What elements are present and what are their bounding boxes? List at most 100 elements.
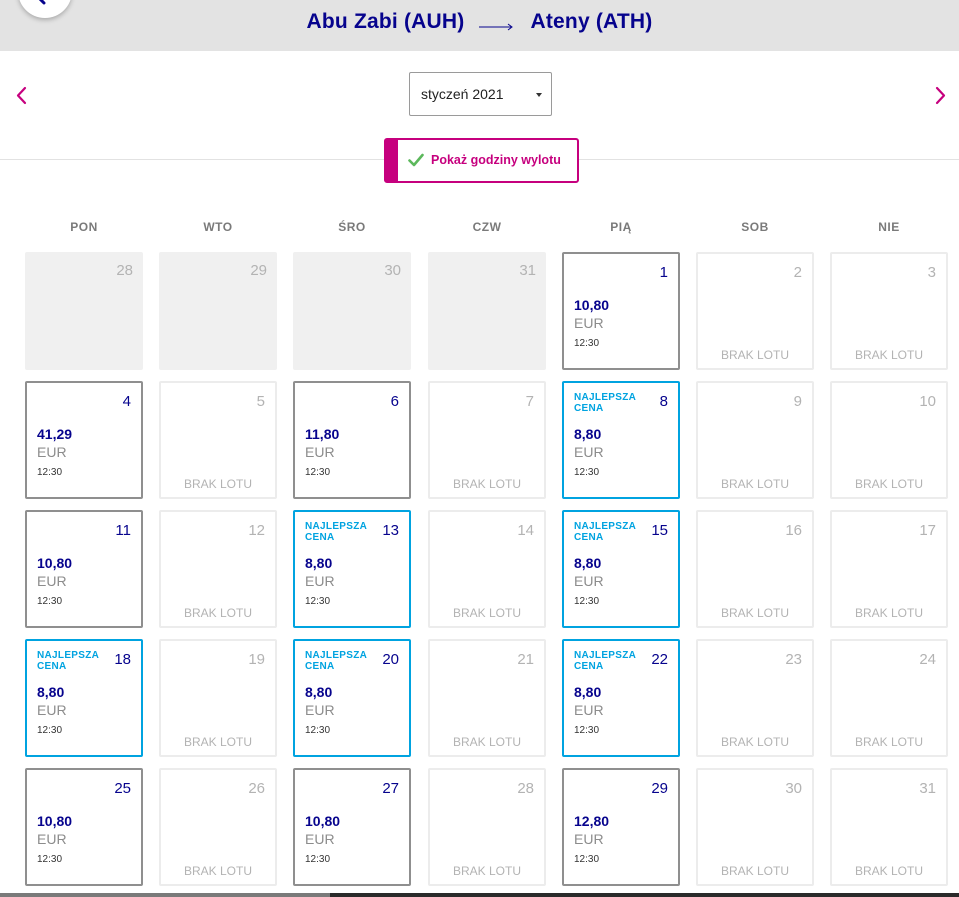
no-flight-label: BRAK LOTU (854, 477, 923, 491)
selected-month: styczeń 2021 (421, 86, 504, 102)
departure-time: 12:30 (574, 338, 600, 349)
day-number: 27 (382, 780, 399, 797)
fare-currency: EUR (37, 573, 67, 589)
calendar-day[interactable]: 8 NAJLEPSZA CENA 8,80 EUR 12:30 (562, 381, 680, 499)
fare-price: 11,80 (305, 426, 340, 442)
calendar-day: 21 BRAK LOTU (428, 639, 546, 757)
fare-price: 8,80 (305, 555, 333, 571)
calendar-day[interactable]: 1 10,80 EUR 12:30 (562, 252, 680, 370)
fare-price: 41,29 (37, 426, 73, 442)
next-month-button[interactable] (932, 86, 948, 106)
fare-price: 10,80 (37, 813, 73, 829)
day-number: 12 (248, 522, 265, 539)
day-number: 31 (919, 780, 936, 797)
fare-currency: EUR (574, 573, 604, 589)
day-number: 16 (785, 522, 802, 539)
fare-price: 10,80 (37, 555, 73, 571)
fare-currency: EUR (574, 315, 604, 331)
fare-currency: EUR (37, 702, 67, 718)
calendar-day: 17 BRAK LOTU (830, 510, 948, 628)
weekday-label: SOB (741, 220, 769, 234)
calendar-day: 19 BRAK LOTU (159, 639, 277, 757)
calendar-day: 7 BRAK LOTU (428, 381, 546, 499)
calendar-day: 30 (293, 252, 411, 370)
fare-price: 10,80 (574, 297, 610, 313)
weekday-label: ŚRO (338, 220, 366, 234)
day-number: 22 (651, 651, 668, 668)
day-number: 25 (114, 780, 131, 797)
best-price-badge: NAJLEPSZA CENA (305, 650, 367, 672)
calendar-day[interactable]: 6 11,80 EUR 12:30 (293, 381, 411, 499)
calendar-day[interactable]: 15 NAJLEPSZA CENA 8,80 EUR 12:30 (562, 510, 680, 628)
route-header: Abu Zabi (AUH) Ateny (ATH) (0, 0, 959, 51)
month-select[interactable]: styczeń 2021 (409, 72, 552, 116)
day-number: 8 (659, 393, 668, 410)
calendar-day: 12 BRAK LOTU (159, 510, 277, 628)
calendar-day[interactable]: 22 NAJLEPSZA CENA 8,80 EUR 12:30 (562, 639, 680, 757)
calendar-day: 23 BRAK LOTU (696, 639, 814, 757)
day-number: 6 (390, 393, 399, 410)
calendar-day[interactable]: 18 NAJLEPSZA CENA 8,80 EUR 12:30 (25, 639, 143, 757)
calendar-day[interactable]: 20 NAJLEPSZA CENA 8,80 EUR 12:30 (293, 639, 411, 757)
no-flight-label: BRAK LOTU (452, 864, 521, 878)
departure-time: 12:30 (37, 467, 63, 478)
calendar-day[interactable]: 13 NAJLEPSZA CENA 8,80 EUR 12:30 (293, 510, 411, 628)
long-arrow-right-icon (478, 16, 516, 32)
day-number: 29 (250, 262, 267, 279)
calendar-day: 28 (25, 252, 143, 370)
departure-time: 12:30 (574, 725, 600, 736)
caret-down-icon (536, 93, 542, 97)
fare-currency: EUR (574, 831, 604, 847)
day-number: 2 (793, 264, 802, 281)
calendar-day: 31 (428, 252, 546, 370)
fare-currency: EUR (574, 702, 604, 718)
departure-time: 12:30 (574, 854, 600, 865)
no-flight-label: BRAK LOTU (720, 864, 789, 878)
no-flight-label: BRAK LOTU (183, 477, 252, 491)
departure-time: 12:30 (305, 596, 331, 607)
best-price-badge: NAJLEPSZA CENA (574, 521, 636, 543)
scrollbar-track[interactable] (0, 893, 959, 897)
fare-price: 12,80 (574, 813, 610, 829)
day-number: 10 (919, 393, 936, 410)
day-number: 17 (919, 522, 936, 539)
no-flight-label: BRAK LOTU (854, 864, 923, 878)
calendar-day: 26 BRAK LOTU (159, 768, 277, 886)
scrollbar-thumb[interactable] (0, 893, 330, 897)
fare-currency: EUR (37, 831, 67, 847)
day-number: 28 (116, 262, 133, 279)
day-number: 23 (785, 651, 802, 668)
no-flight-label: BRAK LOTU (720, 735, 789, 749)
day-number: 13 (382, 522, 399, 539)
no-flight-label: BRAK LOTU (720, 348, 789, 362)
weekday-label: NIE (878, 220, 900, 234)
departure-time: 12:30 (574, 596, 600, 607)
fare-currency: EUR (305, 573, 335, 589)
departure-time: 12:30 (305, 467, 331, 478)
calendar-day: 3 BRAK LOTU (830, 252, 948, 370)
calendar-day[interactable]: 27 10,80 EUR 12:30 (293, 768, 411, 886)
calendar-day[interactable]: 4 41,29 EUR 12:30 (25, 381, 143, 499)
fare-currency: EUR (305, 444, 335, 460)
calendar-day: 29 (159, 252, 277, 370)
calendar-day: 24 BRAK LOTU (830, 639, 948, 757)
previous-month-button[interactable] (14, 86, 30, 106)
day-number: 3 (927, 264, 936, 281)
day-number: 30 (785, 780, 802, 797)
calendar-day[interactable]: 11 10,80 EUR 12:30 (25, 510, 143, 628)
day-number: 28 (517, 780, 534, 797)
day-number: 19 (248, 651, 265, 668)
show-departure-times-button[interactable]: Pokaż godziny wylotu (384, 138, 579, 183)
weekday-label: WTO (203, 220, 233, 234)
day-number: 1 (659, 264, 668, 281)
calendar-day[interactable]: 25 10,80 EUR 12:30 (25, 768, 143, 886)
fare-price: 8,80 (574, 426, 602, 442)
day-number: 11 (115, 522, 131, 539)
no-flight-label: BRAK LOTU (183, 606, 252, 620)
day-number: 18 (114, 651, 131, 668)
no-flight-label: BRAK LOTU (452, 606, 521, 620)
fare-currency: EUR (305, 702, 335, 718)
chevron-right-icon (935, 86, 946, 105)
calendar-day[interactable]: 29 12,80 EUR 12:30 (562, 768, 680, 886)
no-flight-label: BRAK LOTU (720, 477, 789, 491)
